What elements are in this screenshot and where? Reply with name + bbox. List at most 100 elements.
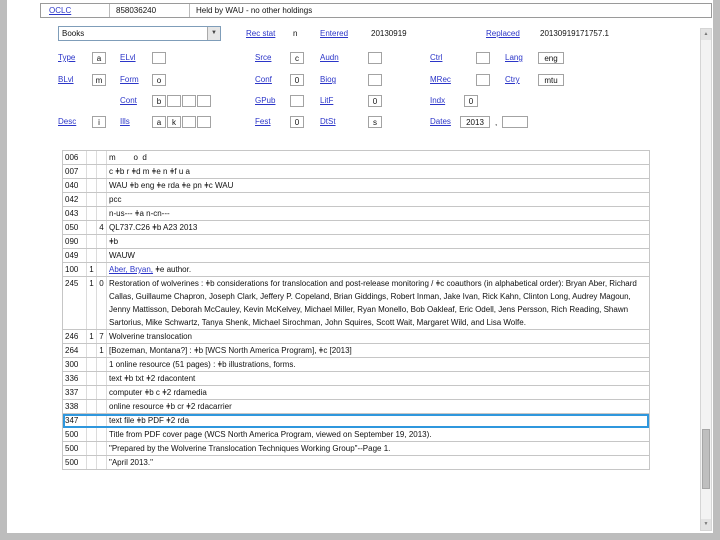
marc-field-row[interactable]: 336 text ǂb txt ǂ2 rdacontent xyxy=(63,372,649,386)
field-content[interactable]: computer ǂb c ǂ2 rdamedia xyxy=(107,386,649,399)
ff-biog-box[interactable] xyxy=(368,74,382,86)
ff-fest-box[interactable]: 0 xyxy=(290,116,304,128)
field-ind2[interactable]: 0 xyxy=(97,277,107,329)
ff-form-label[interactable]: Form xyxy=(120,75,139,85)
dropdown-arrow-icon[interactable]: ▼ xyxy=(207,27,220,40)
field-ind1[interactable] xyxy=(87,358,97,371)
field-content[interactable]: "Prepared by the Wolverine Translocation… xyxy=(107,442,649,455)
ff-lang-box[interactable]: eng xyxy=(538,52,564,64)
ff-fest-label[interactable]: Fest xyxy=(255,117,271,127)
field-content[interactable]: c ǂb r ǂd m ǂe n ǂf u a xyxy=(107,165,649,178)
field-content[interactable]: text ǂb txt ǂ2 rdacontent xyxy=(107,372,649,385)
marc-field-row[interactable]: 090 ǂb xyxy=(63,235,649,249)
ff-dates-label[interactable]: Dates xyxy=(430,117,451,127)
ff-dtst-box[interactable]: s xyxy=(368,116,382,128)
marc-field-row[interactable]: 338 online resource ǂb cr ǂ2 rdacarrier xyxy=(63,400,649,414)
ff-blvl-label[interactable]: BLvl xyxy=(58,75,74,85)
field-ind2[interactable] xyxy=(97,358,107,371)
ff-type-label[interactable]: Type xyxy=(58,53,75,63)
marc-field-row[interactable]: 245 1 0 Restoration of wolverines : ǂb c… xyxy=(63,277,649,330)
ff-litf-label[interactable]: LitF xyxy=(320,96,333,106)
field-tag[interactable]: 336 xyxy=(63,372,87,385)
marc-field-row[interactable]: 337 computer ǂb c ǂ2 rdamedia xyxy=(63,386,649,400)
marc-field-row[interactable]: 246 1 7 Wolverine translocation xyxy=(63,330,649,344)
field-ind2[interactable]: 4 xyxy=(97,221,107,234)
ff-ctrl-label[interactable]: Ctrl xyxy=(430,53,442,63)
marc-field-row[interactable]: 500 "Prepared by the Wolverine Transloca… xyxy=(63,442,649,456)
field-tag[interactable]: 040 xyxy=(63,179,87,192)
field-ind1[interactable] xyxy=(87,249,97,262)
field-ind2[interactable] xyxy=(97,456,107,469)
field-tag[interactable]: 042 xyxy=(63,193,87,206)
ff-desc-label[interactable]: Desc xyxy=(58,117,76,127)
field-tag[interactable]: 006 xyxy=(63,151,87,164)
ff-srce-label[interactable]: Srce xyxy=(255,53,271,63)
field-content[interactable]: pcc xyxy=(107,193,649,206)
ff-gpub-label[interactable]: GPub xyxy=(255,96,275,106)
field-tag[interactable]: 049 xyxy=(63,249,87,262)
marc-field-row[interactable]: 500 Title from PDF cover page (WCS North… xyxy=(63,428,649,442)
field-ind1[interactable] xyxy=(87,428,97,441)
field-ind1[interactable] xyxy=(87,179,97,192)
field-ind2[interactable] xyxy=(97,442,107,455)
field-tag[interactable]: 500 xyxy=(63,428,87,441)
field-ind1[interactable] xyxy=(87,151,97,164)
field-tag[interactable]: 500 xyxy=(63,442,87,455)
ff-ills-label[interactable]: Ills xyxy=(120,117,130,127)
field-ind1[interactable] xyxy=(87,165,97,178)
ff-ills-box-2[interactable]: k xyxy=(167,116,181,128)
ff-cont-box-1[interactable]: b xyxy=(152,95,166,107)
marc-field-row[interactable]: 300 1 online resource (51 pages) : ǂb il… xyxy=(63,358,649,372)
marc-field-row[interactable]: 050 4 QL737.C26 ǂb A23 2013 xyxy=(63,221,649,235)
scrollbar-thumb[interactable] xyxy=(702,429,710,489)
field-ind2[interactable] xyxy=(97,151,107,164)
field-ind2[interactable] xyxy=(97,372,107,385)
field-ind2[interactable] xyxy=(97,235,107,248)
ff-elvl-box[interactable] xyxy=(152,52,166,64)
ff-elvl-label[interactable]: ELvl xyxy=(120,53,136,63)
field-ind1[interactable] xyxy=(87,456,97,469)
ff-cont-box-4[interactable] xyxy=(197,95,211,107)
field-tag[interactable]: 090 xyxy=(63,235,87,248)
field-ind1[interactable] xyxy=(87,221,97,234)
field-content[interactable]: ǂb xyxy=(107,235,649,248)
field-content[interactable]: Restoration of wolverines : ǂb considera… xyxy=(107,277,649,329)
format-select[interactable]: Books ▼ xyxy=(58,26,221,41)
field-ind1[interactable] xyxy=(87,386,97,399)
field-content[interactable]: m o d xyxy=(107,151,649,164)
marc-field-row[interactable]: 100 1 Aber, Bryan, ǂe author. xyxy=(63,263,649,277)
field-tag[interactable]: 338 xyxy=(63,400,87,413)
field-ind2[interactable]: 1 xyxy=(97,344,107,357)
scroll-down-icon[interactable]: ▼ xyxy=(701,519,711,530)
field-content[interactable]: online resource ǂb cr ǂ2 rdacarrier xyxy=(107,400,649,413)
ff-cont-label[interactable]: Cont xyxy=(120,96,137,106)
field-ind1[interactable] xyxy=(87,442,97,455)
field-ind1[interactable] xyxy=(87,372,97,385)
field-content[interactable]: QL737.C26 ǂb A23 2013 xyxy=(107,221,649,234)
ff-audn-label[interactable]: Audn xyxy=(320,53,339,63)
ff-dtst-label[interactable]: DtSt xyxy=(320,117,336,127)
field-content[interactable]: WAU ǂb eng ǂe rda ǂe pn ǂc WAU xyxy=(107,179,649,192)
ff-type-box[interactable]: a xyxy=(92,52,106,64)
ff-desc-box[interactable]: i xyxy=(92,116,106,128)
field-ind1[interactable] xyxy=(87,400,97,413)
ff-mrec-label[interactable]: MRec xyxy=(430,75,451,85)
field-tag[interactable]: 050 xyxy=(63,221,87,234)
replaced-label[interactable]: Replaced xyxy=(486,29,520,39)
field-tag[interactable]: 246 xyxy=(63,330,87,343)
field-ind2[interactable] xyxy=(97,428,107,441)
field-ind2[interactable] xyxy=(97,207,107,220)
field-content[interactable]: Title from PDF cover page (WCS North Ame… xyxy=(107,428,649,441)
vertical-scrollbar[interactable]: ▲ ▼ xyxy=(700,28,712,531)
field-tag[interactable]: 043 xyxy=(63,207,87,220)
ff-dates-box-2[interactable] xyxy=(502,116,528,128)
ff-cont-box-2[interactable] xyxy=(167,95,181,107)
field-ind1[interactable] xyxy=(87,235,97,248)
ff-cont-box-3[interactable] xyxy=(182,95,196,107)
field-content[interactable]: [Bozeman, Montana?] : ǂb [WCS North Amer… xyxy=(107,344,649,357)
field-ind1[interactable] xyxy=(87,207,97,220)
field-ind1[interactable]: 1 xyxy=(87,330,97,343)
field-ind1[interactable] xyxy=(87,344,97,357)
marc-field-row[interactable]: 040 WAU ǂb eng ǂe rda ǂe pn ǂc WAU xyxy=(63,179,649,193)
field-content[interactable]: "April 2013." xyxy=(107,456,649,469)
